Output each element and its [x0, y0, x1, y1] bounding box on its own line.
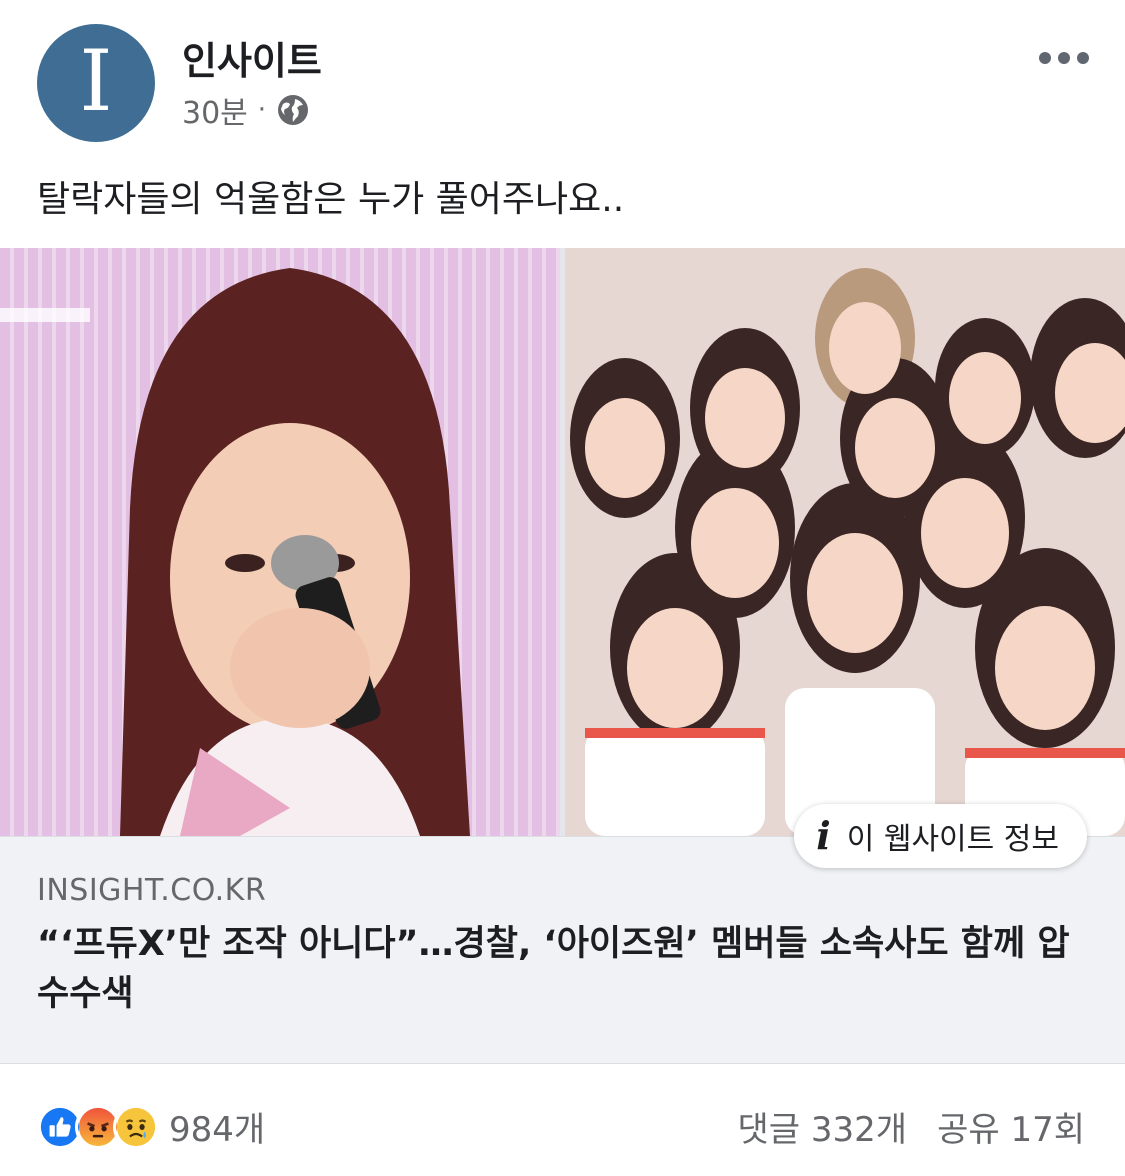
link-preview-image[interactable]: i 이 웹사이트 정보 — [0, 248, 1125, 868]
link-domain: INSIGHT.CO.KR — [37, 873, 267, 908]
globe-icon — [278, 95, 309, 125]
website-info-button[interactable]: i 이 웹사이트 정보 — [794, 804, 1087, 868]
post-stats: 댓글 332개 공유 17회 — [738, 1102, 1085, 1151]
contestant-photo — [0, 248, 560, 836]
meta-separator: · — [257, 95, 267, 125]
engagement-bar: 984개 댓글 332개 공유 17회 — [0, 1090, 1125, 1160]
link-headline: “‘프듀X’만 조작 아니다”…경찰, ‘아이즈원’ 멤버들 소속사도 함께 압… — [37, 924, 1070, 1014]
more-icon — [1039, 52, 1051, 64]
post-meta: 30분 · — [182, 88, 310, 132]
share-count[interactable]: 공유 17회 — [937, 1102, 1085, 1151]
contestant-illustration — [0, 248, 560, 836]
group-photo — [565, 248, 1125, 836]
post-timestamp[interactable]: 30분 — [182, 88, 248, 132]
more-options-button[interactable] — [1039, 52, 1089, 64]
post-caption: 탈락자들의 억울함은 누가 풀어주나요.. — [37, 179, 625, 220]
avatar-letter: I — [79, 32, 113, 130]
reactions-summary[interactable]: 984개 — [37, 1102, 265, 1151]
sad-reaction-icon — [113, 1103, 159, 1150]
link-preview-card[interactable]: i 이 웹사이트 정보 INSIGHT.CO.KR “‘프듀X’만 조작 아니다… — [0, 248, 1125, 1064]
group-illustration — [565, 248, 1125, 836]
page-name[interactable]: 인사이트 — [182, 30, 322, 85]
reaction-count[interactable]: 984개 — [169, 1102, 265, 1151]
info-icon: i — [816, 813, 831, 858]
website-info-label: 이 웹사이트 정보 — [846, 822, 1059, 857]
post-header: I 인사이트 30분 · — [0, 0, 1125, 160]
link-preview-text[interactable]: INSIGHT.CO.KR “‘프듀X’만 조작 아니다”…경찰, ‘아이즈원’… — [0, 836, 1125, 1064]
page-avatar[interactable]: I — [37, 24, 155, 142]
comment-count[interactable]: 댓글 332개 — [738, 1102, 908, 1151]
